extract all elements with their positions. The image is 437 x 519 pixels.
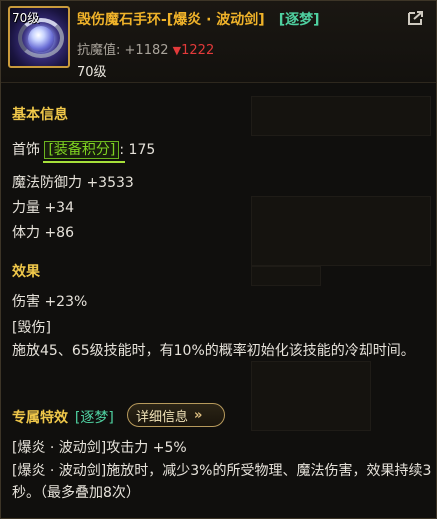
special-title: 专属特效 [逐梦]: [12, 407, 114, 427]
item-icon: 70级: [8, 6, 70, 68]
item-tag: [逐梦]: [278, 12, 320, 28]
basic-info-title: 基本信息: [12, 107, 68, 123]
share-icon: [408, 11, 423, 25]
detail-info-label: 详细信息: [136, 409, 189, 425]
special-title-text: 专属特效: [12, 410, 68, 426]
background-panel: [251, 96, 431, 136]
special-line-2: [爆炎 · 波动剑]施放时，减少3%的所受物理、魔法伤害，效果持续3秒。（最多叠…: [12, 463, 432, 501]
special-line-1: [爆炎 · 波动剑]攻击力 +5%: [12, 440, 187, 456]
resist-gain: +1182: [124, 43, 169, 58]
stat-line: 体力 +86: [12, 225, 74, 241]
resist-line: 抗魔值: +1182 ▼1222: [77, 39, 214, 58]
slot-score-line: 首饰 [装备积分]: 175: [12, 139, 155, 159]
effect-title: 效果: [12, 264, 40, 280]
resist-loss: 1222: [181, 43, 215, 58]
double-chevron-icon: »: [194, 407, 203, 423]
icon-level-badge: 70级: [12, 11, 40, 25]
stat-line: 力量 +34: [12, 200, 74, 216]
tooltip-header: 70级 毁伤魔石手环-[爆炎 · 波动剑] [逐梦] 抗魔值: +1182 ▼12…: [1, 1, 436, 83]
background-panel: [251, 361, 371, 431]
stat-line: 魔法防御力 +3533: [12, 175, 134, 191]
share-button[interactable]: [406, 9, 426, 27]
detail-info-button[interactable]: 详细信息 »: [127, 403, 225, 427]
score-value: : 175: [119, 142, 156, 158]
item-name-text: 毁伤魔石手环-[爆炎 · 波动剑]: [77, 12, 265, 28]
item-name: 毁伤魔石手环-[爆炎 · 波动剑] [逐梦]: [77, 9, 319, 29]
down-arrow-icon: ▼: [172, 44, 182, 57]
special-tag: [逐梦]: [74, 410, 114, 426]
effect-description: 施放45、65级技能时，有10%的概率初始化该技能的冷却时间。: [12, 343, 415, 359]
gem-icon: [28, 26, 54, 52]
item-tooltip: 70级 毁伤魔石手环-[爆炎 · 波动剑] [逐梦] 抗魔值: +1182 ▼12…: [0, 0, 437, 519]
effect-tag: [毁伤]: [12, 320, 51, 336]
score-chip[interactable]: [装备积分]: [44, 141, 120, 159]
slot-label: 首饰: [12, 142, 40, 158]
item-level: 70级: [77, 65, 107, 80]
resist-label: 抗魔值:: [77, 43, 121, 58]
background-panel: [251, 266, 321, 286]
effect-damage: 伤害 +23%: [12, 294, 88, 310]
background-panel: [251, 196, 431, 266]
score-underline: [43, 161, 125, 163]
